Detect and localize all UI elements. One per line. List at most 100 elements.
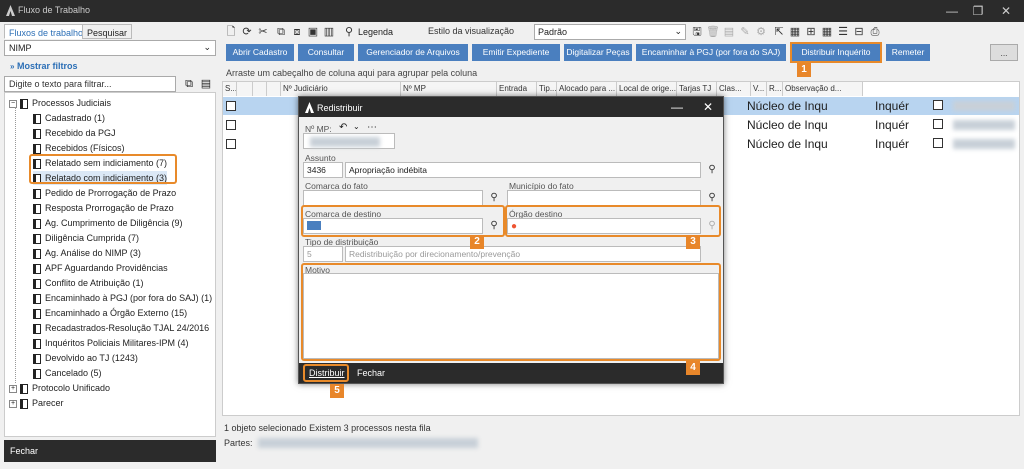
encaminhar-pgj-button[interactable]: Encaminhar à PGJ (por fora do SAJ): [636, 44, 786, 61]
refresh-icon[interactable]: ⟳: [240, 25, 254, 39]
collapse-tree-icon[interactable]: ▤: [199, 77, 213, 91]
save-icon[interactable]: 🖫: [690, 25, 704, 39]
more-actions-button[interactable]: ...: [990, 44, 1018, 61]
tree-node[interactable]: Recebido da PGJ: [33, 126, 116, 140]
column-header[interactable]: Tarjas TJ: [677, 82, 717, 96]
minimize-button[interactable]: —: [940, 3, 964, 19]
clipboard-icon[interactable]: ▥: [322, 25, 336, 39]
search-icon[interactable]: ⚲: [487, 191, 501, 205]
printer-icon[interactable]: ⎙: [868, 25, 882, 39]
undo-icon[interactable]: ↶: [339, 122, 347, 133]
expand-tree-icon[interactable]: ⧉: [182, 77, 196, 91]
edit-icon: ✎: [740, 26, 750, 38]
left-close-button[interactable]: Fechar: [4, 440, 216, 462]
municipio-fato-field[interactable]: [507, 190, 701, 206]
tree-node[interactable]: Recadastrados-Resolução TJAL 24/2016: [33, 321, 209, 335]
column-header[interactable]: Local de orige...: [617, 82, 677, 96]
tree-node[interactable]: − Processos Judiciais: [9, 96, 111, 110]
more-icon[interactable]: ⋯: [367, 122, 377, 133]
tree-node[interactable]: Conflito de Atribuição (1): [33, 276, 144, 290]
grid-icon[interactable]: ▦: [820, 25, 834, 39]
tree-node[interactable]: Devolvido ao TJ (1243): [33, 351, 138, 365]
tree-node[interactable]: Encaminhado à PGJ (por fora do SAJ) (1): [33, 291, 212, 305]
columns-list-icon[interactable]: ☰: [836, 25, 850, 39]
row-checkbox[interactable]: [933, 100, 943, 110]
dialog-minimize-button[interactable]: —: [671, 100, 683, 114]
column-header[interactable]: Nº MP: [401, 82, 497, 96]
export-icon[interactable]: ⇱: [772, 25, 786, 39]
show-filters-link[interactable]: » Mostrar filtros: [10, 61, 77, 71]
marker-1: 1: [797, 63, 811, 77]
document-icon: [33, 368, 41, 379]
dialog-close-button[interactable]: ✕: [703, 100, 713, 114]
tree-node[interactable]: Cancelado (5): [33, 366, 102, 380]
expand-icon[interactable]: +: [9, 384, 17, 393]
tree-node[interactable]: Pedido de Prorrogação de Prazo: [33, 186, 176, 200]
row-checkbox[interactable]: [933, 138, 943, 148]
flow-select[interactable]: NIMP ⌄: [4, 40, 216, 56]
digitalizar-pecas-button[interactable]: Digitalizar Peças: [564, 44, 632, 61]
assunto-code-field[interactable]: 3436: [303, 162, 343, 178]
observacao-redacted: [953, 101, 1015, 111]
consultar-button[interactable]: Consultar: [298, 44, 354, 61]
style-select[interactable]: Padrão ⌄: [534, 24, 686, 40]
column-header[interactable]: S...: [223, 82, 237, 96]
comarca-fato-field[interactable]: [303, 190, 483, 206]
expand-icon[interactable]: +: [9, 399, 17, 408]
emitir-expediente-button[interactable]: Emitir Expediente: [472, 44, 560, 61]
tree-node[interactable]: Inquéritos Policiais Militares-IPM (4): [33, 336, 189, 350]
columns-icon[interactable]: ⧈: [290, 25, 304, 39]
column-header[interactable]: R...: [767, 82, 783, 96]
mp-field[interactable]: [303, 133, 395, 149]
column-header[interactable]: Clas...: [717, 82, 751, 96]
row-checkbox[interactable]: [226, 139, 236, 149]
column-header[interactable]: Entrada: [497, 82, 537, 96]
tab-fluxos[interactable]: Fluxos de trabalho: [4, 24, 89, 39]
assunto-text-field[interactable]: Apropriação indébita: [345, 162, 701, 178]
row-checkbox[interactable]: [226, 101, 236, 111]
tree-node[interactable]: Diligência Cumprida (7): [33, 231, 139, 245]
row-checkbox[interactable]: [933, 119, 943, 129]
view-icon[interactable]: ⊟: [852, 25, 866, 39]
tree-node[interactable]: Ag. Cumprimento de Diligência (9): [33, 216, 183, 230]
legend-icon[interactable]: ⚲: [342, 25, 356, 39]
column-header[interactable]: [253, 82, 267, 96]
abrir-cadastro-button[interactable]: Abrir Cadastro: [226, 44, 294, 61]
tree-node-label: Pedido de Prorrogação de Prazo: [45, 188, 177, 198]
search-icon[interactable]: ⚲: [705, 191, 719, 205]
column-header[interactable]: [267, 82, 281, 96]
report-icon[interactable]: ▦: [788, 25, 802, 39]
column-header[interactable]: Nº Judiciário: [281, 82, 401, 96]
column-header[interactable]: [237, 82, 253, 96]
tree-node[interactable]: Cadastrado (1): [33, 111, 105, 125]
chevron-down-icon[interactable]: ⌄: [353, 122, 360, 131]
tree-node[interactable]: Recebidos (Físicos): [33, 141, 125, 155]
legend-label[interactable]: Legenda: [358, 27, 393, 37]
tree-node[interactable]: Ag. Análise do NIMP (3): [33, 246, 141, 260]
tree-node[interactable]: Encaminhado a Órgão Externo (15): [33, 306, 187, 320]
row-checkbox[interactable]: [226, 120, 236, 130]
fechar-dialog-button[interactable]: Fechar: [357, 368, 385, 378]
cut-icon[interactable]: ✂: [256, 25, 270, 39]
search-icon[interactable]: ⚲: [705, 163, 719, 177]
new-document-icon[interactable]: 🗋: [224, 25, 238, 39]
tree-node[interactable]: + Protocolo Unificado: [9, 381, 110, 395]
tab-pesquisar[interactable]: Pesquisar: [82, 24, 133, 39]
restore-button[interactable]: ❐: [966, 3, 990, 19]
remeter-button[interactable]: Remeter: [886, 44, 930, 61]
column-header[interactable]: Observação d...: [783, 82, 863, 96]
layout-icon[interactable]: ⊞: [804, 25, 818, 39]
column-header[interactable]: V...: [751, 82, 767, 96]
copy-icon[interactable]: ⧉: [274, 25, 288, 39]
column-header[interactable]: Tip...: [537, 82, 557, 96]
distribuir-inquerito-button[interactable]: Distribuir Inquérito: [792, 44, 880, 61]
tree-node[interactable]: + Parecer: [9, 396, 64, 410]
classe-cell: Inquér: [875, 118, 910, 132]
gerenciador-arquivos-button[interactable]: Gerenciador de Arquivos: [358, 44, 468, 61]
filter-input[interactable]: Digite o texto para filtrar...: [4, 76, 176, 92]
tree-node[interactable]: Resposta Prorrogação de Prazo: [33, 201, 174, 215]
window-icon[interactable]: ▣: [306, 25, 320, 39]
tree-node[interactable]: APF Aguardando Providências: [33, 261, 168, 275]
column-header[interactable]: Alocado para ...: [557, 82, 617, 96]
close-window-button[interactable]: ✕: [994, 3, 1018, 19]
